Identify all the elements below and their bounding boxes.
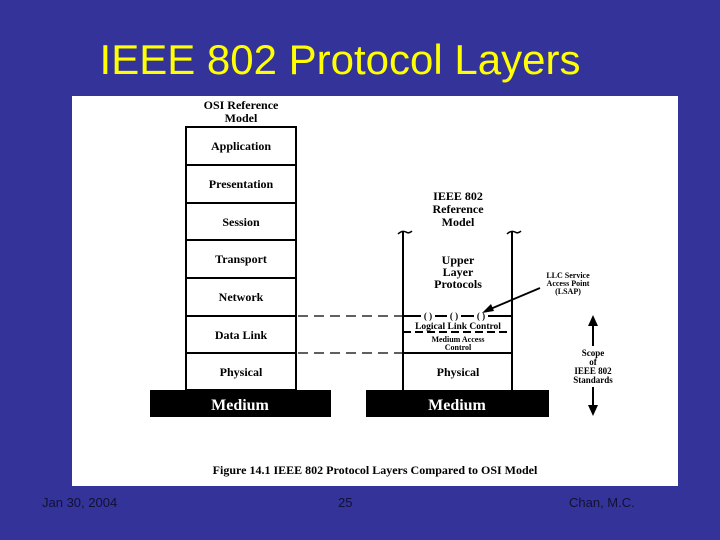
ieee-layer-physical: Physical: [437, 365, 480, 379]
footer-date: Jan 30, 2004: [42, 495, 118, 510]
lsap-arrow-line: [487, 287, 541, 311]
slide-title: IEEE 802 Protocol Layers: [99, 36, 581, 83]
ieee-upper-line3: Protocols: [434, 277, 482, 291]
figure-svg: OSI Reference Model Application Presenta…: [150, 98, 613, 477]
ieee-medium-label: Medium: [428, 397, 486, 414]
osi-layer-application: Application: [211, 139, 271, 153]
osi-medium-label: Medium: [211, 397, 269, 414]
figure-caption: Figure 14.1 IEEE 802 Protocol Layers Com…: [213, 463, 538, 477]
ieee-llc-label: Logical Link Control: [415, 322, 501, 332]
ieee-heading-line3: Model: [442, 215, 475, 229]
ieee-heading-line2: Reference: [432, 202, 484, 216]
osi-heading-line1: OSI Reference: [204, 98, 279, 112]
osi-stack: Application Presentation Session Transpo…: [185, 126, 297, 391]
lsap-arrowhead-icon: [482, 304, 494, 313]
osi-layer-transport: Transport: [215, 252, 267, 266]
protocol-layers-figure: OSI Reference Model Application Presenta…: [72, 96, 678, 486]
osi-layer-network: Network: [219, 290, 264, 304]
osi-heading-line2: Model: [225, 111, 258, 125]
scope-arrow-down-icon: [588, 405, 598, 416]
ieee-heading-line1: IEEE 802: [433, 189, 483, 203]
lsap-note-line3: (LSAP): [555, 287, 581, 296]
scope-note-line4: Standards: [573, 375, 613, 385]
scope-arrow-up-icon: [588, 315, 598, 326]
osi-layer-data-link: Data Link: [215, 328, 268, 342]
break-mark-left: [397, 230, 413, 235]
footer-author: Chan, M.C.: [569, 495, 635, 510]
sap-symbol: ( ): [424, 311, 432, 321]
break-mark-right: [506, 230, 522, 235]
sap-symbol: ( ): [450, 311, 458, 321]
footer-page-number: 25: [338, 495, 353, 510]
osi-layer-presentation: Presentation: [209, 177, 274, 191]
osi-layer-physical: Physical: [220, 365, 263, 379]
ieee-mac-line2: Control: [445, 343, 472, 352]
osi-layer-session: Session: [222, 215, 260, 229]
ieee-stack: Upper Layer Protocols ( ) ( ) ( ) Logica…: [397, 230, 522, 390]
